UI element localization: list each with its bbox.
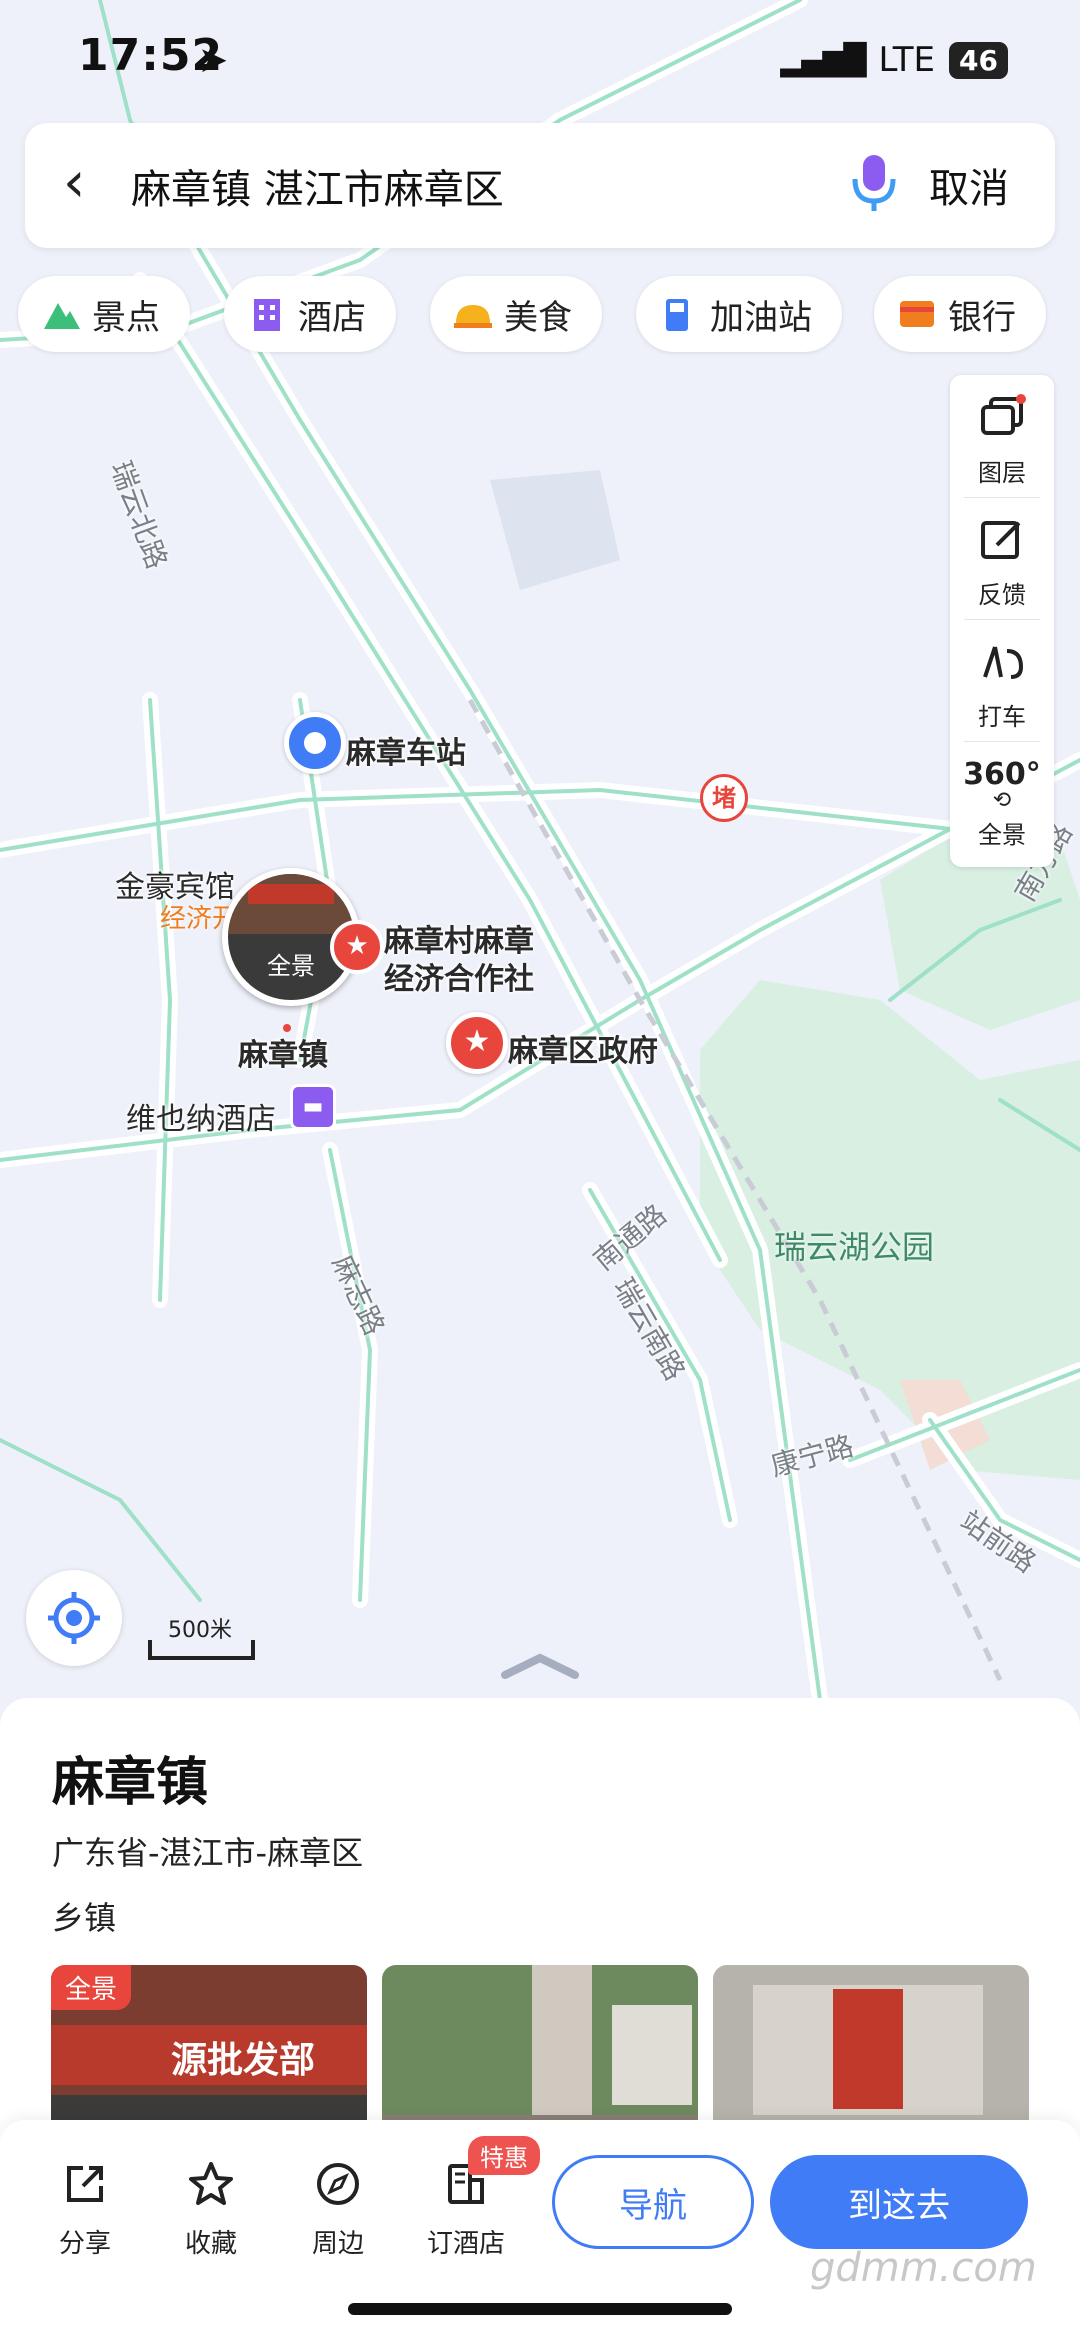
- poi-town-label[interactable]: 麻章镇: [238, 1030, 328, 1074]
- microphone-icon[interactable]: [849, 151, 899, 215]
- tool-feedback[interactable]: 反馈: [950, 497, 1054, 619]
- photo-pano-tag: 全景: [51, 1965, 132, 2010]
- network-label: LTE: [878, 40, 936, 80]
- status-right: ▂▄▆█ LTE 46: [780, 40, 1008, 80]
- chip-hotel[interactable]: 酒店: [224, 276, 396, 352]
- scale-label: 500米: [168, 1618, 232, 1643]
- poi-station-label[interactable]: 麻章车站: [346, 728, 466, 772]
- poi-coop-label-2[interactable]: 经济合作社: [384, 954, 534, 998]
- nearby-label: 周边: [311, 2229, 364, 2259]
- locate-crosshair-icon: [48, 1592, 100, 1644]
- search-bar[interactable]: ‹ 麻章镇 湛江市麻章区 取消: [25, 123, 1055, 248]
- collect-button[interactable]: 收藏: [161, 2160, 261, 2260]
- gov-pin-icon[interactable]: ★: [446, 1012, 508, 1074]
- edit-icon: [981, 521, 1021, 559]
- chip-bank[interactable]: 银行: [874, 276, 1046, 352]
- building-icon: [254, 299, 280, 331]
- back-chevron-icon[interactable]: ‹: [63, 153, 85, 213]
- search-query[interactable]: 麻章镇 湛江市麻章区: [131, 157, 504, 215]
- place-title: 麻章镇: [52, 1753, 209, 1813]
- tool-taxi[interactable]: 打车: [950, 619, 1054, 741]
- map-canvas[interactable]: 麻章车站 金豪宾馆 经济开 全景 麻章镇 ★ 麻章村麻章 经济合作社 ★ 麻章区…: [0, 0, 1080, 1700]
- share-icon: [67, 2166, 103, 2202]
- gas-station-icon: [666, 299, 688, 331]
- book-hotel-label: 订酒店: [426, 2229, 505, 2259]
- location-arrow-icon: ➤: [198, 40, 229, 81]
- food-icon: [454, 305, 492, 328]
- star-icon: [189, 2162, 233, 2205]
- share-label: 分享: [58, 2229, 111, 2259]
- collect-label: 收藏: [184, 2229, 237, 2259]
- map-roads: [0, 0, 1080, 1700]
- photo-sign-text: 源批发部: [171, 2040, 316, 2081]
- chip-hotel-label: 酒店: [298, 297, 366, 338]
- station-pin-icon[interactable]: [284, 712, 346, 774]
- hotel-bed-icon[interactable]: ▬: [290, 1084, 336, 1130]
- tool-layers-label: 图层: [978, 459, 1026, 487]
- traffic-jam-icon[interactable]: 堵: [700, 774, 748, 822]
- nearby-button[interactable]: 周边: [288, 2160, 388, 2260]
- mountain-icon: [44, 303, 80, 329]
- home-indicator[interactable]: [348, 2303, 732, 2315]
- tool-feedback-label: 反馈: [978, 581, 1026, 609]
- locate-button[interactable]: [26, 1570, 122, 1666]
- navigate-button[interactable]: 导航: [552, 2155, 754, 2249]
- battery-icon: 46: [949, 41, 1008, 79]
- sheet-expand-handle[interactable]: [500, 1640, 580, 1680]
- poi-gov-label[interactable]: 麻章区政府: [508, 1026, 658, 1070]
- tool-layers[interactable]: 图层: [950, 375, 1054, 497]
- chip-gas-label: 加油站: [710, 297, 812, 338]
- special-offer-badge: 特惠: [468, 2136, 540, 2175]
- signal-icon: ▂▄▆█: [780, 42, 866, 78]
- panorama-360-icon: 360°: [963, 757, 1041, 792]
- chip-food[interactable]: 美食: [430, 276, 602, 352]
- tool-taxi-label: 打车: [978, 703, 1026, 731]
- place-type: 乡镇: [52, 1899, 117, 1937]
- book-hotel-button[interactable]: 订酒店: [416, 2160, 516, 2260]
- place-address: 广东省-湛江市-麻章区: [52, 1834, 364, 1872]
- chip-scenic[interactable]: 景点: [18, 276, 190, 352]
- cancel-button[interactable]: 取消: [929, 156, 1009, 214]
- chip-bank-label: 银行: [948, 297, 1016, 338]
- layers-icon: [981, 394, 1026, 435]
- chip-food-label: 美食: [504, 297, 572, 338]
- bank-card-icon: [900, 301, 934, 327]
- share-button[interactable]: 分享: [35, 2160, 135, 2260]
- tool-panorama[interactable]: 360° ⟲ 全景: [950, 741, 1054, 863]
- tool-panorama-label: 全景: [978, 821, 1026, 849]
- map-tool-panel: 图层 反馈 打车 360° ⟲ 全景: [950, 375, 1054, 867]
- poi-park-label[interactable]: 瑞云湖公园: [774, 1222, 934, 1268]
- compass-icon: [317, 2163, 359, 2205]
- watermark: gdmm.com: [810, 2245, 1037, 2291]
- poi-vienna-label[interactable]: 维也纳酒店: [126, 1094, 276, 1138]
- chip-scenic-label: 景点: [92, 297, 160, 338]
- go-here-button[interactable]: 到这去: [770, 2155, 1028, 2249]
- chip-gas[interactable]: 加油站: [636, 276, 842, 352]
- coop-pin-icon[interactable]: ★: [330, 920, 384, 974]
- taxi-icon: [983, 646, 1024, 679]
